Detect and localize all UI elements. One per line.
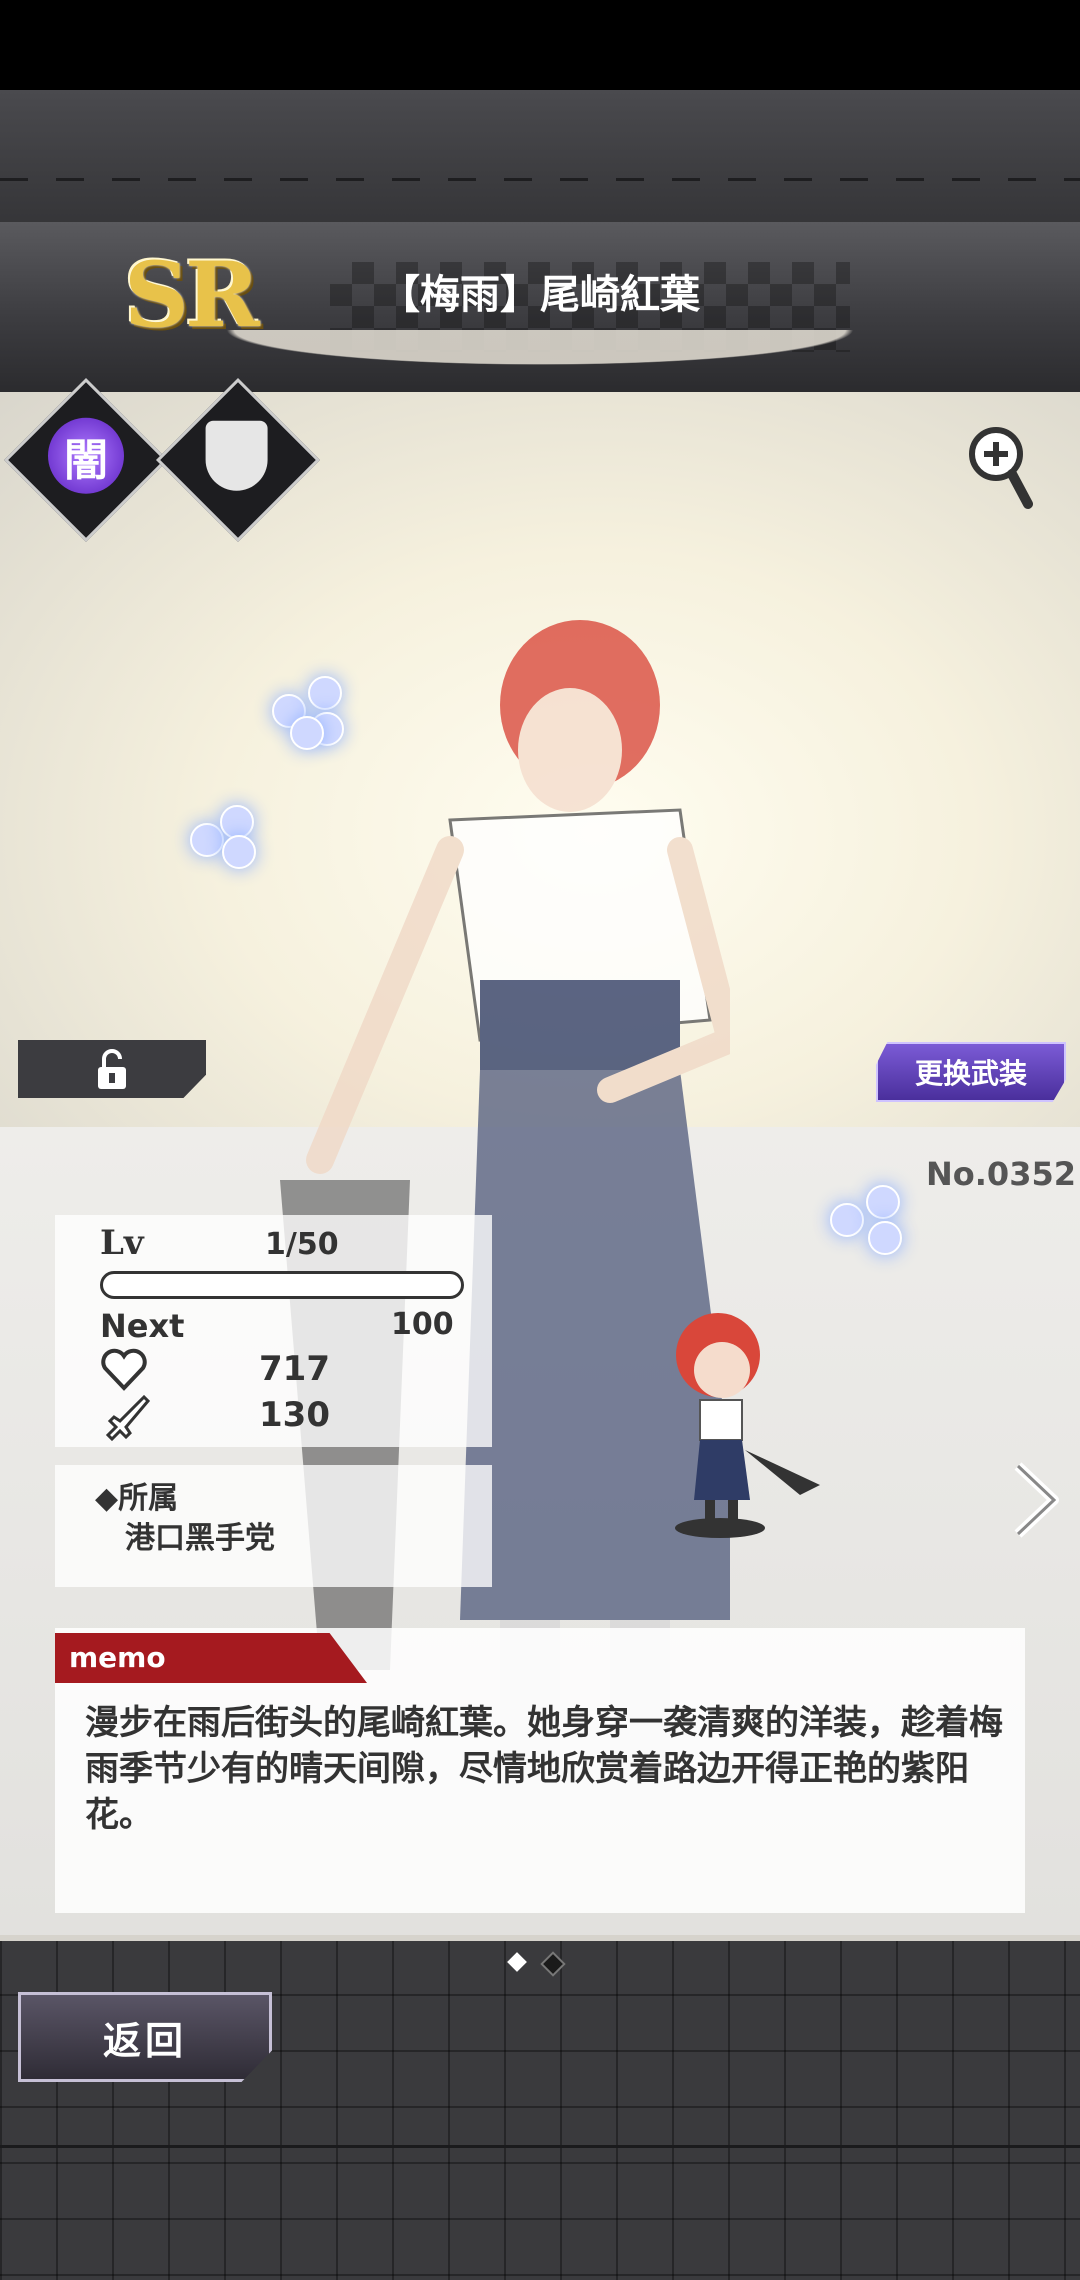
change-outfit-button[interactable]: 更换武装 [876,1042,1066,1102]
unlock-icon [98,1049,126,1089]
chevron-right-icon[interactable] [1012,1460,1062,1540]
top-strip [0,90,1080,225]
memo-tag: memo [55,1633,367,1683]
card-title: 【梅雨】尾崎紅葉 [380,272,700,318]
shield-icon [205,420,268,491]
hydrangea-petal [190,805,260,875]
chibi-sprite [675,1313,820,1538]
exp-progress-bar [100,1271,464,1299]
bottom-divider [0,1935,1080,1941]
affiliation-panel: ◆所属 港口黑手党 [55,1465,492,1587]
dark-attribute-icon: 闇 [48,417,124,494]
hp-value: 717 [259,1349,330,1389]
attack-value: 130 [259,1395,330,1435]
stats-panel: Lv 1/50 Next 100 717 130 [55,1215,492,1447]
sword-icon [105,1394,150,1442]
page-dot-2 [540,1951,566,1977]
status-bar [0,0,1080,90]
level-label: Lv [100,1223,144,1263]
level-value: 1/50 [265,1227,339,1262]
rarity-label: SR [124,242,260,348]
memo-text: 漫步在雨后街头的尾崎紅葉。她身穿一袭清爽的洋装，趁着梅雨季节少有的晴天间隙，尽情… [85,1703,1003,1835]
lock-toggle-button[interactable] [18,1040,206,1098]
page-dot-1 [507,1952,527,1972]
next-exp-value: 100 [391,1307,454,1342]
zoom-in-icon[interactable] [966,424,1036,514]
affiliation-value: 港口黑手党 [125,1521,275,1556]
hydrangea-petal [830,1185,902,1255]
next-label: Next [100,1307,185,1345]
page-indicator [507,1951,566,1977]
card-number: No.0352 [926,1155,1076,1193]
back-button[interactable]: 返回 [18,1992,272,2082]
heart-icon [101,1348,147,1391]
bottom-line [0,2145,1080,2148]
affiliation-label: ◆所属 [95,1481,179,1516]
